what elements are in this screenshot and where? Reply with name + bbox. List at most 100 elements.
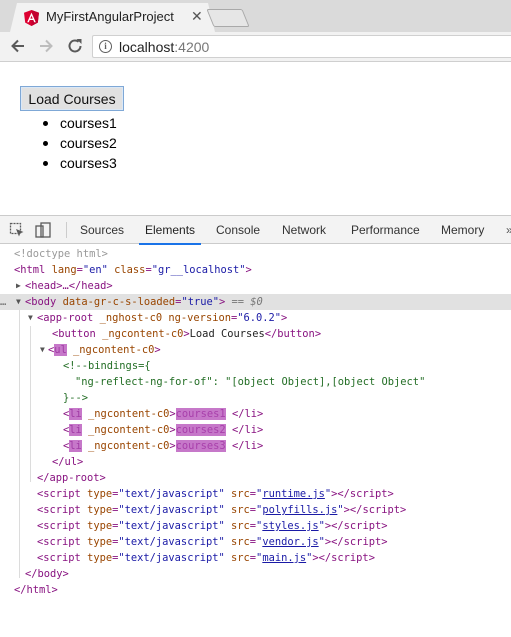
script-link[interactable]: styles.js xyxy=(262,520,318,532)
collapse-triangle-icon[interactable]: ▼ xyxy=(40,342,45,358)
more-actions-icon[interactable]: … xyxy=(0,294,6,310)
attr-name: type xyxy=(87,552,113,564)
dom-node[interactable]: <html lang="en" class="gr__localhost"> xyxy=(0,262,511,278)
close-tag: </ul> xyxy=(52,456,84,468)
attr-value: "text/javascript" xyxy=(118,552,225,564)
tag-name: script xyxy=(343,536,382,548)
tab-elements[interactable]: Elements xyxy=(138,216,202,245)
node-text: courses2 xyxy=(175,424,226,436)
comment-text: <!--bindings={ xyxy=(63,360,151,372)
toolbar-divider xyxy=(66,222,67,238)
tag-name: button xyxy=(58,328,96,340)
close-tag: </body> xyxy=(25,568,69,580)
script-link[interactable]: main.js xyxy=(262,552,306,564)
close-tag: </html> xyxy=(14,584,58,596)
attr-value: "text/javascript" xyxy=(118,536,225,548)
tag-name: li xyxy=(69,408,82,420)
back-icon[interactable] xyxy=(8,36,28,56)
dom-comment[interactable]: }--> xyxy=(0,390,511,406)
tag-name: li xyxy=(244,440,257,452)
attr-name: type xyxy=(87,504,113,516)
dom-node[interactable]: <script type="text/javascript" src="styl… xyxy=(0,518,511,534)
attr-value: "true" xyxy=(181,296,219,308)
tab-console[interactable]: Console xyxy=(216,216,260,244)
attr-name: src xyxy=(231,504,250,516)
dom-node[interactable]: </app-root> xyxy=(0,470,511,486)
collapse-triangle-icon[interactable]: ▼ xyxy=(16,294,21,310)
inspect-icon[interactable] xyxy=(9,222,25,238)
selected-marker: == $0 xyxy=(225,296,263,308)
tag-name: body xyxy=(31,296,57,308)
script-link[interactable]: vendor.js xyxy=(262,536,318,548)
forward-icon[interactable] xyxy=(36,36,56,56)
tag-name: li xyxy=(244,408,257,420)
dom-node[interactable]: <button _ngcontent-c0>Load Courses</butt… xyxy=(0,326,511,342)
attr-value: "en" xyxy=(82,264,108,276)
dom-node-selected[interactable]: … ▼ <body data-gr-c-s-loaded="true"> == $0 xyxy=(0,294,511,310)
dom-node[interactable]: ▼ <app-root _nghost-c0 ng-version="6.0.2"… xyxy=(0,310,511,326)
load-courses-button[interactable]: Load Courses xyxy=(20,86,124,111)
dom-tree: <!doctype html> <html lang="en" class="g… xyxy=(0,246,511,598)
tag-name: li xyxy=(69,440,82,452)
reload-icon[interactable] xyxy=(65,36,85,56)
attr-name: src xyxy=(231,552,250,564)
site-info-icon[interactable]: i xyxy=(99,40,112,53)
dom-node[interactable]: </ul> xyxy=(0,454,511,470)
more-tabs-icon[interactable]: » xyxy=(506,216,511,244)
doctype-text: <!doctype html> xyxy=(14,248,108,260)
attr-value: "6.0.2" xyxy=(237,312,282,324)
angular-favicon-icon xyxy=(24,10,39,26)
tag-name: script xyxy=(43,552,81,564)
attr-name: lang xyxy=(51,264,77,276)
tag-name: app-root xyxy=(43,312,94,324)
tab-network[interactable]: Network xyxy=(282,216,326,244)
url-port: :4200 xyxy=(174,39,210,55)
device-toggle-icon[interactable] xyxy=(35,222,51,238)
node-text: courses3 xyxy=(175,440,226,452)
dom-node[interactable]: </html> xyxy=(0,582,511,598)
dom-node[interactable]: <script type="text/javascript" src="poly… xyxy=(0,502,511,518)
tag-name: ul xyxy=(54,344,67,356)
attr-name: _ngcontent-c0 xyxy=(88,424,170,436)
tab-performance[interactable]: Performance xyxy=(351,216,420,244)
attr-value: "gr__localhost" xyxy=(151,264,246,276)
dom-node[interactable]: <script type="text/javascript" src="runt… xyxy=(0,486,511,502)
dom-node[interactable]: <li _ngcontent-c0>courses2 </li> xyxy=(0,422,511,438)
dom-comment[interactable]: "ng-reflect-ng-for-of": "[object Object]… xyxy=(0,374,511,390)
script-link[interactable]: runtime.js xyxy=(262,488,325,500)
new-tab-button[interactable] xyxy=(206,9,250,27)
node-text: Load Courses xyxy=(189,328,265,340)
attr-name: src xyxy=(231,520,250,532)
tag-name: script xyxy=(343,520,382,532)
dom-node[interactable]: <script type="text/javascript" src="vend… xyxy=(0,534,511,550)
dom-node[interactable]: <script type="text/javascript" src="main… xyxy=(0,550,511,566)
list-item: courses2 xyxy=(42,133,117,153)
comment-text: }--> xyxy=(63,392,89,404)
tab-memory[interactable]: Memory xyxy=(441,216,484,244)
dom-node[interactable]: ▶ <head>…</head> xyxy=(0,278,511,294)
browser-tab[interactable]: MyFirstAngularProject ✕ xyxy=(10,3,215,32)
url-host: localhost xyxy=(119,39,175,55)
expand-triangle-icon[interactable]: ▶ xyxy=(16,278,21,294)
dom-node[interactable]: </body> xyxy=(0,566,511,582)
tag-name: script xyxy=(43,536,81,548)
tag-name: script xyxy=(331,552,369,564)
dom-node[interactable]: <!doctype html> xyxy=(0,246,511,262)
dom-comment[interactable]: <!--bindings={ xyxy=(0,358,511,374)
tab-close-icon[interactable]: ✕ xyxy=(191,8,203,25)
attr-name: _ngcontent-c0 xyxy=(88,408,170,420)
tag-name: script xyxy=(43,504,81,516)
tag-name: button xyxy=(277,328,315,340)
address-bar[interactable]: i localhost:4200 xyxy=(92,35,511,58)
tag-name: li xyxy=(69,424,82,436)
attr-name: class xyxy=(114,264,146,276)
attr-name: type xyxy=(87,536,113,548)
dom-node[interactable]: <li _ngcontent-c0>courses3 </li> xyxy=(0,438,511,454)
dom-node[interactable]: ▼ <ul _ngcontent-c0> xyxy=(0,342,511,358)
tab-sources[interactable]: Sources xyxy=(80,216,124,244)
script-link[interactable]: polyfills.js xyxy=(262,504,337,516)
tag-name: html xyxy=(20,264,46,276)
dom-node[interactable]: <li _ngcontent-c0>courses1 </li> xyxy=(0,406,511,422)
attr-name: _nghost-c0 xyxy=(99,312,163,324)
collapse-triangle-icon[interactable]: ▼ xyxy=(28,310,33,326)
